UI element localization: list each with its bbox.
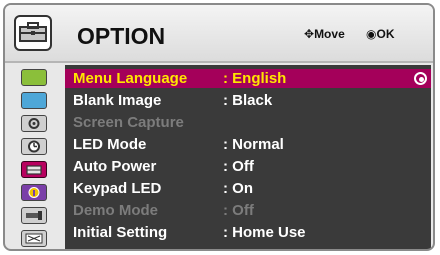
menu-item-led-mode[interactable]: LED Mode : Normal [65, 135, 431, 154]
menu-item-value: : English [223, 70, 287, 87]
move-arrows-icon: ✥ [304, 27, 315, 41]
menu-item-label: Menu Language [73, 70, 188, 87]
option-menu-list: Menu Language : English Blank Image : Bl… [65, 65, 431, 249]
ok-hint: ◉OK [366, 27, 394, 41]
menu-item-menu-language[interactable]: Menu Language : English [65, 69, 431, 88]
ok-dot-icon: ◉ [366, 27, 377, 41]
page-title: OPTION [77, 23, 166, 49]
menu-item-value: : Black [223, 92, 273, 109]
option-toolbox-icon [14, 15, 52, 51]
menu-item-auto-power[interactable]: Auto Power : Off [65, 157, 431, 176]
move-hint-label: Move [314, 27, 345, 41]
option-icon[interactable] [21, 161, 47, 178]
info-icon[interactable] [21, 184, 47, 201]
picture-icon[interactable] [21, 69, 47, 86]
category-sidebar [11, 65, 59, 249]
menu-item-value: : Off [223, 202, 254, 219]
menu-item-label: Blank Image [73, 92, 162, 109]
menu-item-blank-image[interactable]: Blank Image : Black [65, 91, 431, 110]
menu-item-label: Screen Capture [73, 114, 184, 131]
menu-item-value: : Off [223, 158, 254, 175]
network-icon[interactable] [21, 207, 47, 224]
menu-item-initial-setting[interactable]: Initial Setting : Home Use [65, 223, 431, 242]
menu-item-screen-capture: Screen Capture [65, 113, 431, 132]
menu-item-value: : Normal [223, 136, 284, 153]
source-icon[interactable] [21, 115, 47, 132]
menu-item-value: : Home Use [223, 224, 306, 241]
move-hint: ✥Move [304, 27, 345, 41]
menu-item-value: : On [223, 180, 253, 197]
osd-window: OPTION ✥Move ◉OK Menu Language: English… [3, 3, 435, 251]
menu-item-label: Demo Mode [73, 202, 159, 219]
header: OPTION ✥Move ◉OK [5, 5, 433, 63]
menu-item-keypad-led[interactable]: Keypad LED : On [65, 179, 431, 198]
ok-hint-label: OK [376, 27, 395, 41]
time-icon[interactable] [21, 138, 47, 155]
select-indicator-icon [414, 72, 427, 85]
audio-icon[interactable] [21, 92, 47, 109]
3d-icon[interactable] [21, 230, 47, 247]
menu-item-label: LED Mode [73, 136, 147, 153]
menu-item-label: Auto Power [73, 158, 157, 175]
menu-item-label: Keypad LED [73, 180, 162, 197]
menu-item-demo-mode: Demo Mode : Off [65, 201, 431, 220]
menu-item-label: Initial Setting [73, 224, 168, 241]
